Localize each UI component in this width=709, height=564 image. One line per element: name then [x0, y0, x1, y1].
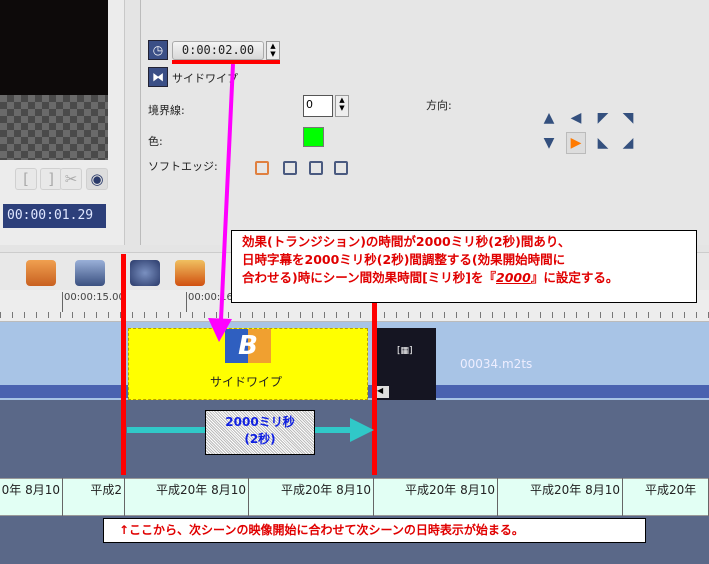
callout-line: 効果(トランジション)の時間が2000ミリ秒(2秒)間あり、: [242, 234, 571, 249]
magenta-arrowhead: [208, 318, 232, 342]
duration-annotation: 2000ミリ秒 (2秒): [205, 410, 315, 455]
callout-box: 効果(トランジション)の時間が2000ミリ秒(2秒)間あり、 日時字幕を2000…: [231, 230, 697, 303]
note-box: ↑ここから、次シーンの映像開始に合わせて次シーンの日時表示が始まる。: [103, 518, 646, 543]
callout-value: 2000: [496, 270, 531, 285]
callout-end: 』に設定する。: [530, 270, 619, 285]
ms-line: 2000ミリ秒: [225, 415, 295, 429]
sec-line: (2秒): [244, 432, 276, 446]
callout-line: 日時字幕を2000ミリ秒(2秒)間調整する(効果開始時間に: [242, 252, 566, 267]
callout-line: 合わせる)時にシーン間効果時間[ミリ秒]を『: [242, 270, 497, 285]
cyan-arrowhead: [350, 418, 374, 442]
